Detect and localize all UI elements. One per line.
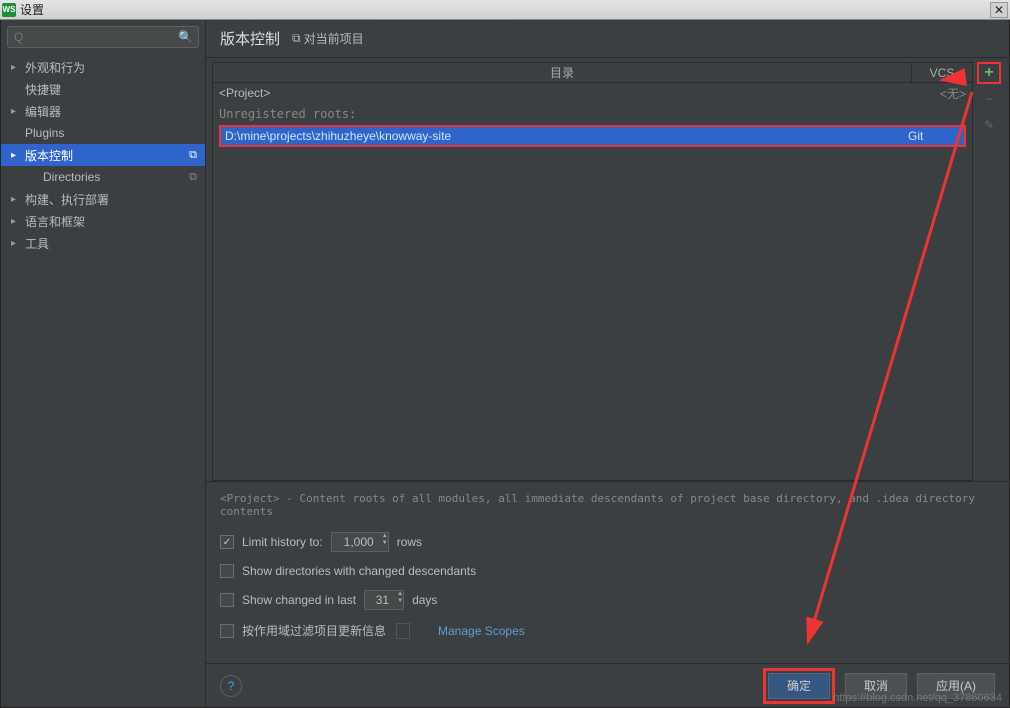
add-button[interactable]: + xyxy=(977,62,1001,84)
search-icon: 🔍 xyxy=(178,30,193,44)
sidebar-item-2[interactable]: ▸编辑器 xyxy=(1,100,205,122)
unregistered-label: Unregistered roots: xyxy=(213,103,972,125)
show-changed-checkbox[interactable] xyxy=(220,593,234,607)
copy-icon: ⧉ xyxy=(292,31,301,46)
remove-button[interactable]: − xyxy=(977,88,1001,110)
ok-button[interactable]: 确定 xyxy=(768,673,830,699)
main-panel: 版本控制 ⧉ 对当前项目 目录 VCS <Project> <无> Unregi… xyxy=(206,20,1009,707)
filter-scope-checkbox[interactable] xyxy=(220,624,234,638)
show-changed-label: Show changed in last xyxy=(242,593,356,607)
description-text: <Project> - Content roots of all modules… xyxy=(220,492,995,518)
sidebar-item-0[interactable]: ▸外观和行为 xyxy=(1,56,205,78)
scope-dropdown[interactable] xyxy=(396,623,410,639)
sidebar-item-3[interactable]: Plugins xyxy=(1,122,205,144)
unregistered-root-row[interactable]: D:\mine\projects\zhihuzheye\knowway-site… xyxy=(219,125,966,147)
vcs-table: 目录 VCS <Project> <无> Unregistered roots:… xyxy=(212,62,973,481)
titlebar: WS 设置 ✕ xyxy=(0,0,1010,20)
show-dirs-checkbox[interactable] xyxy=(220,564,234,578)
limit-history-label: Limit history to: xyxy=(242,535,323,549)
page-title: 版本控制 xyxy=(220,28,280,49)
limit-history-checkbox[interactable]: ✓ xyxy=(220,535,234,549)
sidebar-item-5[interactable]: Directories⧉ xyxy=(1,166,205,188)
sidebar-item-4[interactable]: ▸版本控制⧉ xyxy=(1,144,205,166)
close-button[interactable]: ✕ xyxy=(990,2,1008,18)
app-logo: WS xyxy=(2,3,16,17)
search-input[interactable] xyxy=(7,26,199,48)
show-dirs-label: Show directories with changed descendant… xyxy=(242,564,476,578)
col-directory[interactable]: 目录 xyxy=(213,63,912,82)
sidebar-item-1[interactable]: 快捷键 xyxy=(1,78,205,100)
watermark: https://blog.csdn.net/qq_37860634 xyxy=(833,692,1002,704)
col-vcs[interactable]: VCS xyxy=(912,63,972,82)
sidebar: 🔍 ▸外观和行为快捷键▸编辑器Plugins▸版本控制⧉Directories⧉… xyxy=(1,20,206,707)
sidebar-item-7[interactable]: ▸语言和框架 xyxy=(1,210,205,232)
sidebar-item-8[interactable]: ▸工具 xyxy=(1,232,205,254)
scope-label: ⧉ 对当前项目 xyxy=(292,30,364,47)
edit-button[interactable]: ✎ xyxy=(977,114,1001,136)
limit-history-input[interactable] xyxy=(331,532,389,552)
sidebar-item-6[interactable]: ▸构建、执行部署 xyxy=(1,188,205,210)
help-button[interactable]: ? xyxy=(220,675,242,697)
manage-scopes-link[interactable]: Manage Scopes xyxy=(438,624,525,638)
options-panel: <Project> - Content roots of all modules… xyxy=(206,481,1009,663)
project-row[interactable]: <Project> <无> xyxy=(213,83,972,103)
filter-scope-label: 按作用域过滤项目更新信息 xyxy=(242,622,386,639)
window-title: 设置 xyxy=(20,1,990,18)
settings-tree: ▸外观和行为快捷键▸编辑器Plugins▸版本控制⧉Directories⧉▸构… xyxy=(1,54,205,707)
